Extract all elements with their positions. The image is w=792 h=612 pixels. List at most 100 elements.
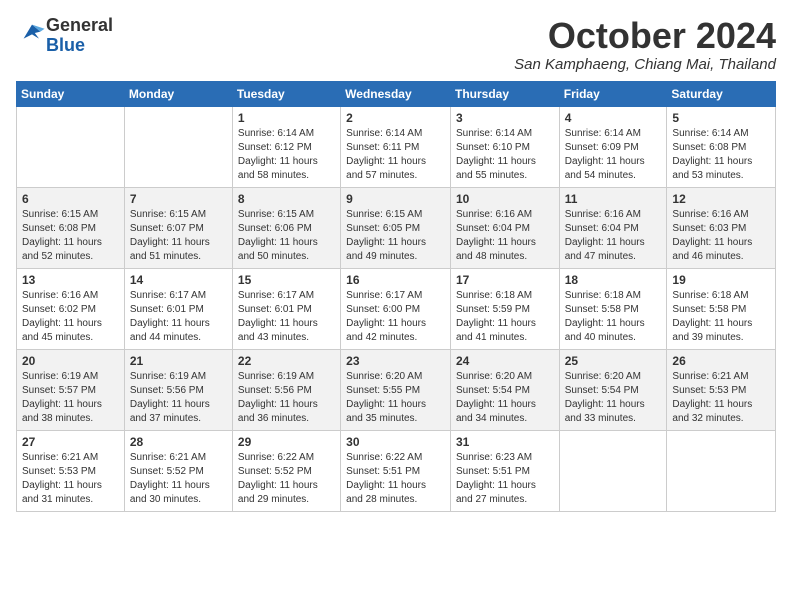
day-number: 9 xyxy=(346,192,445,206)
weekday-header-cell: Thursday xyxy=(450,81,559,106)
calendar-cell xyxy=(124,106,232,187)
weekday-header-cell: Monday xyxy=(124,81,232,106)
calendar-cell: 12 Sunrise: 6:16 AM Sunset: 6:03 PM Dayli… xyxy=(667,187,776,268)
day-info: Sunrise: 6:16 AM Sunset: 6:04 PM Dayligh… xyxy=(565,208,662,264)
calendar-cell: 30 Sunrise: 6:22 AM Sunset: 5:51 PM Dayli… xyxy=(341,430,451,511)
location: San Kamphaeng, Chiang Mai, Thailand xyxy=(514,56,776,73)
day-number: 27 xyxy=(22,435,119,449)
day-number: 23 xyxy=(346,354,445,368)
day-number: 5 xyxy=(672,111,770,125)
day-number: 11 xyxy=(565,192,662,206)
weekday-header-cell: Tuesday xyxy=(232,81,340,106)
calendar-cell: 29Sunrise: 6:22 AM Sunset: 5:52 PM Dayli… xyxy=(232,430,340,511)
day-number: 30 xyxy=(346,435,445,449)
day-info: Sunrise: 6:21 AM Sunset: 5:53 PM Dayligh… xyxy=(22,451,119,507)
calendar-cell: 27 Sunrise: 6:21 AM Sunset: 5:53 PM Dayli… xyxy=(17,430,125,511)
calendar-cell: 13 Sunrise: 6:16 AM Sunset: 6:02 PM Dayli… xyxy=(17,268,125,349)
day-number: 6 xyxy=(22,192,119,206)
logo-text: General Blue xyxy=(46,16,113,56)
day-info: Sunrise: 6:16 AM Sunset: 6:03 PM Dayligh… xyxy=(672,208,770,264)
day-info: Sunrise: 6:14 AM Sunset: 6:10 PM Dayligh… xyxy=(456,127,554,183)
calendar-cell xyxy=(667,430,776,511)
day-info: Sunrise: 6:22 AM Sunset: 5:51 PM Dayligh… xyxy=(346,451,445,507)
day-number: 22 xyxy=(238,354,335,368)
calendar-week-row: 6 Sunrise: 6:15 AM Sunset: 6:08 PM Daylig… xyxy=(17,187,776,268)
weekday-header-cell: Sunday xyxy=(17,81,125,106)
calendar-cell: 9 Sunrise: 6:15 AM Sunset: 6:05 PM Daylig… xyxy=(341,187,451,268)
day-number: 28 xyxy=(130,435,227,449)
weekday-header-cell: Friday xyxy=(559,81,667,106)
calendar-table: SundayMondayTuesdayWednesdayThursdayFrid… xyxy=(16,81,776,512)
day-info: Sunrise: 6:21 AM Sunset: 5:53 PM Dayligh… xyxy=(672,370,770,426)
calendar-cell: 26 Sunrise: 6:21 AM Sunset: 5:53 PM Dayli… xyxy=(667,349,776,430)
calendar-cell: 8 Sunrise: 6:15 AM Sunset: 6:06 PM Daylig… xyxy=(232,187,340,268)
weekday-header-cell: Wednesday xyxy=(341,81,451,106)
day-number: 12 xyxy=(672,192,770,206)
calendar-cell: 23Sunrise: 6:20 AM Sunset: 5:55 PM Dayli… xyxy=(341,349,451,430)
calendar-cell: 5 Sunrise: 6:14 AM Sunset: 6:08 PM Daylig… xyxy=(667,106,776,187)
day-number: 20 xyxy=(22,354,119,368)
day-info: Sunrise: 6:14 AM Sunset: 6:09 PM Dayligh… xyxy=(565,127,662,183)
calendar-week-row: 20 Sunrise: 6:19 AM Sunset: 5:57 PM Dayli… xyxy=(17,349,776,430)
calendar-cell: 3 Sunrise: 6:14 AM Sunset: 6:10 PM Daylig… xyxy=(450,106,559,187)
calendar-cell: 19Sunrise: 6:18 AM Sunset: 5:58 PM Dayli… xyxy=(667,268,776,349)
calendar-week-row: 1 Sunrise: 6:14 AM Sunset: 6:12 PM Daylig… xyxy=(17,106,776,187)
day-number: 24 xyxy=(456,354,554,368)
day-info: Sunrise: 6:14 AM Sunset: 6:12 PM Dayligh… xyxy=(238,127,335,183)
logo-bird-icon xyxy=(18,19,46,47)
day-info: Sunrise: 6:15 AM Sunset: 6:05 PM Dayligh… xyxy=(346,208,445,264)
calendar-cell: 1 Sunrise: 6:14 AM Sunset: 6:12 PM Daylig… xyxy=(232,106,340,187)
day-info: Sunrise: 6:15 AM Sunset: 6:06 PM Dayligh… xyxy=(238,208,335,264)
day-number: 4 xyxy=(565,111,662,125)
calendar-cell: 17Sunrise: 6:18 AM Sunset: 5:59 PM Dayli… xyxy=(450,268,559,349)
day-number: 1 xyxy=(238,111,335,125)
day-info: Sunrise: 6:14 AM Sunset: 6:11 PM Dayligh… xyxy=(346,127,445,183)
day-info: Sunrise: 6:19 AM Sunset: 5:56 PM Dayligh… xyxy=(238,370,335,426)
day-number: 21 xyxy=(130,354,227,368)
weekday-header-row: SundayMondayTuesdayWednesdayThursdayFrid… xyxy=(17,81,776,106)
calendar-cell: 11 Sunrise: 6:16 AM Sunset: 6:04 PM Dayli… xyxy=(559,187,667,268)
day-info: Sunrise: 6:16 AM Sunset: 6:04 PM Dayligh… xyxy=(456,208,554,264)
title-block: October 2024 San Kamphaeng, Chiang Mai, … xyxy=(514,16,776,73)
day-info: Sunrise: 6:17 AM Sunset: 6:00 PM Dayligh… xyxy=(346,289,445,345)
day-info: Sunrise: 6:14 AM Sunset: 6:08 PM Dayligh… xyxy=(672,127,770,183)
day-number: 10 xyxy=(456,192,554,206)
calendar-cell: 14Sunrise: 6:17 AM Sunset: 6:01 PM Dayli… xyxy=(124,268,232,349)
day-info: Sunrise: 6:19 AM Sunset: 5:57 PM Dayligh… xyxy=(22,370,119,426)
day-info: Sunrise: 6:20 AM Sunset: 5:54 PM Dayligh… xyxy=(565,370,662,426)
day-info: Sunrise: 6:23 AM Sunset: 5:51 PM Dayligh… xyxy=(456,451,554,507)
calendar-cell: 2 Sunrise: 6:14 AM Sunset: 6:11 PM Daylig… xyxy=(341,106,451,187)
calendar-week-row: 13 Sunrise: 6:16 AM Sunset: 6:02 PM Dayli… xyxy=(17,268,776,349)
calendar-body: 1 Sunrise: 6:14 AM Sunset: 6:12 PM Daylig… xyxy=(17,106,776,511)
day-info: Sunrise: 6:16 AM Sunset: 6:02 PM Dayligh… xyxy=(22,289,119,345)
day-info: Sunrise: 6:17 AM Sunset: 6:01 PM Dayligh… xyxy=(238,289,335,345)
day-number: 15 xyxy=(238,273,335,287)
calendar-cell: 24 Sunrise: 6:20 AM Sunset: 5:54 PM Dayli… xyxy=(450,349,559,430)
logo-line2: Blue xyxy=(46,35,85,55)
day-info: Sunrise: 6:17 AM Sunset: 6:01 PM Dayligh… xyxy=(130,289,227,345)
calendar-cell: 18Sunrise: 6:18 AM Sunset: 5:58 PM Dayli… xyxy=(559,268,667,349)
calendar-cell: 25 Sunrise: 6:20 AM Sunset: 5:54 PM Dayli… xyxy=(559,349,667,430)
calendar-cell: 10 Sunrise: 6:16 AM Sunset: 6:04 PM Dayli… xyxy=(450,187,559,268)
day-number: 31 xyxy=(456,435,554,449)
logo-line1: General xyxy=(46,15,113,35)
weekday-header-cell: Saturday xyxy=(667,81,776,106)
day-info: Sunrise: 6:19 AM Sunset: 5:56 PM Dayligh… xyxy=(130,370,227,426)
day-info: Sunrise: 6:15 AM Sunset: 6:08 PM Dayligh… xyxy=(22,208,119,264)
calendar-cell: 15 Sunrise: 6:17 AM Sunset: 6:01 PM Dayli… xyxy=(232,268,340,349)
day-info: Sunrise: 6:18 AM Sunset: 5:59 PM Dayligh… xyxy=(456,289,554,345)
calendar-cell: 22 Sunrise: 6:19 AM Sunset: 5:56 PM Dayli… xyxy=(232,349,340,430)
calendar-cell: 4 Sunrise: 6:14 AM Sunset: 6:09 PM Daylig… xyxy=(559,106,667,187)
calendar-cell: 21 Sunrise: 6:19 AM Sunset: 5:56 PM Dayli… xyxy=(124,349,232,430)
calendar-cell xyxy=(17,106,125,187)
day-number: 13 xyxy=(22,273,119,287)
day-number: 3 xyxy=(456,111,554,125)
day-number: 25 xyxy=(565,354,662,368)
calendar-cell: 28Sunrise: 6:21 AM Sunset: 5:52 PM Dayli… xyxy=(124,430,232,511)
logo: General Blue xyxy=(16,16,113,56)
day-number: 26 xyxy=(672,354,770,368)
day-info: Sunrise: 6:22 AM Sunset: 5:52 PM Dayligh… xyxy=(238,451,335,507)
day-number: 2 xyxy=(346,111,445,125)
day-number: 8 xyxy=(238,192,335,206)
day-info: Sunrise: 6:20 AM Sunset: 5:54 PM Dayligh… xyxy=(456,370,554,426)
